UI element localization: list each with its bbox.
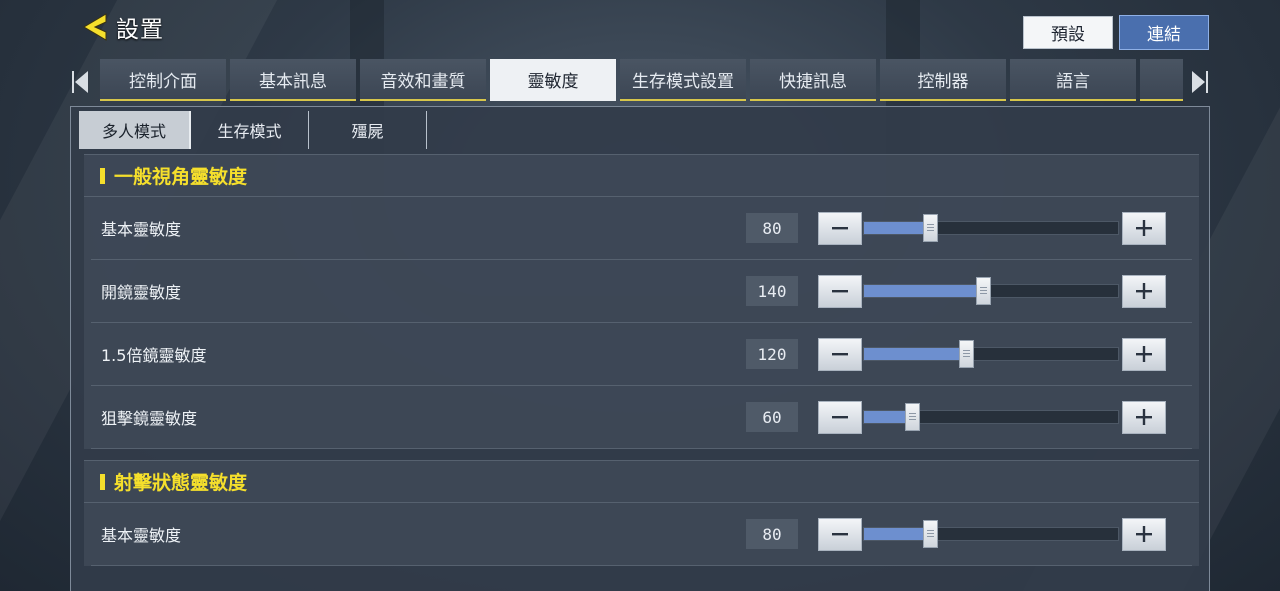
- section-header: 一般視角靈敏度: [84, 155, 1199, 197]
- sensitivity-slider[interactable]: [863, 277, 1119, 305]
- slider-handle[interactable]: [923, 520, 939, 548]
- setting-label: 基本靈敏度: [101, 526, 182, 545]
- triangle-left-icon[interactable]: [72, 69, 92, 95]
- decrease-button[interactable]: [818, 517, 862, 551]
- chevron-left-icon: [83, 13, 107, 41]
- tab-sensitivity[interactable]: 靈敏度: [490, 59, 616, 101]
- slider-handle[interactable]: [923, 214, 939, 242]
- section-camera-sensitivity: 一般視角靈敏度 基本靈敏度 80 開鏡靈敏度 140 1.5倍鏡靈敏度 120 …: [84, 154, 1199, 449]
- sensitivity-value[interactable]: 80: [746, 519, 798, 549]
- setting-label: 基本靈敏度: [101, 220, 182, 239]
- section-title: 一般視角靈敏度: [114, 166, 248, 188]
- setting-label: 開鏡靈敏度: [101, 283, 182, 302]
- slider-fill: [864, 528, 931, 540]
- increase-button[interactable]: [1122, 400, 1166, 434]
- page-title: 設置: [116, 17, 164, 43]
- tab-quick-chat[interactable]: 快捷訊息: [750, 59, 876, 101]
- tab-control-ui[interactable]: 控制介面: [100, 59, 226, 101]
- slider-fill: [864, 348, 966, 360]
- subtab-multiplayer[interactable]: 多人模式: [79, 111, 191, 149]
- sensitivity-row: 基本靈敏度 80: [91, 503, 1192, 566]
- section-marker: [100, 473, 105, 490]
- plus-icon: [1136, 526, 1152, 542]
- sensitivity-slider[interactable]: [863, 520, 1119, 548]
- increase-button[interactable]: [1122, 517, 1166, 551]
- slider-handle[interactable]: [958, 340, 974, 368]
- subtab-zombies[interactable]: 殭屍: [309, 111, 427, 149]
- sensitivity-row: 狙擊鏡靈敏度 60: [91, 386, 1192, 449]
- settings-panel: 多人模式 生存模式 殭屍 一般視角靈敏度 基本靈敏度 80 開鏡靈敏度 140: [70, 106, 1210, 591]
- minus-icon: [832, 353, 848, 356]
- increase-button[interactable]: [1122, 337, 1166, 371]
- plus-icon: [1136, 283, 1152, 299]
- sensitivity-slider[interactable]: [863, 403, 1119, 431]
- sensitivity-value[interactable]: 80: [746, 213, 798, 243]
- sensitivity-row: 基本靈敏度 80: [91, 197, 1192, 260]
- link-button[interactable]: 連結: [1119, 15, 1209, 50]
- mode-subtabs: 多人模式 生存模式 殭屍: [79, 111, 427, 151]
- subtab-survival[interactable]: 生存模式: [191, 111, 309, 149]
- minus-icon: [832, 227, 848, 230]
- slider-handle[interactable]: [905, 403, 921, 431]
- decrease-button[interactable]: [818, 400, 862, 434]
- tab-audio-graphics[interactable]: 音效和畫質: [360, 59, 486, 101]
- setting-label: 狙擊鏡靈敏度: [101, 409, 198, 428]
- section-title: 射擊狀態靈敏度: [114, 472, 248, 494]
- sensitivity-row: 開鏡靈敏度 140: [91, 260, 1192, 323]
- increase-button[interactable]: [1122, 211, 1166, 245]
- section-marker: [100, 167, 105, 184]
- tabs: 控制介面 基本訊息 音效和畫質 靈敏度 生存模式設置 快捷訊息 控制器 語言: [100, 59, 1183, 103]
- tab-more[interactable]: [1140, 59, 1183, 101]
- sensitivity-value[interactable]: 140: [746, 276, 798, 306]
- minus-icon: [832, 533, 848, 536]
- tab-basic-info[interactable]: 基本訊息: [230, 59, 356, 101]
- decrease-button[interactable]: [818, 337, 862, 371]
- sensitivity-value[interactable]: 120: [746, 339, 798, 369]
- plus-icon: [1136, 409, 1152, 425]
- back-button[interactable]: 設置: [80, 8, 170, 46]
- plus-icon: [1136, 220, 1152, 236]
- minus-icon: [832, 290, 848, 293]
- triangle-right-icon[interactable]: [1188, 69, 1208, 95]
- sensitivity-row: 1.5倍鏡靈敏度 120: [91, 323, 1192, 386]
- header: 設置 預設 連結: [0, 0, 1280, 56]
- section-firing-sensitivity: 射擊狀態靈敏度 基本靈敏度 80: [84, 460, 1199, 566]
- increase-button[interactable]: [1122, 274, 1166, 308]
- plus-icon: [1136, 346, 1152, 362]
- tab-controller[interactable]: 控制器: [880, 59, 1006, 101]
- section-header: 射擊狀態靈敏度: [84, 461, 1199, 503]
- tab-survival-settings[interactable]: 生存模式設置: [620, 59, 746, 101]
- sensitivity-value[interactable]: 60: [746, 402, 798, 432]
- setting-label: 1.5倍鏡靈敏度: [101, 346, 207, 365]
- decrease-button[interactable]: [818, 211, 862, 245]
- sensitivity-slider[interactable]: [863, 340, 1119, 368]
- slider-handle[interactable]: [976, 277, 992, 305]
- tab-language[interactable]: 語言: [1010, 59, 1136, 101]
- preset-button[interactable]: 預設: [1023, 16, 1113, 49]
- slider-fill: [864, 285, 984, 297]
- minus-icon: [832, 416, 848, 419]
- tab-bar: 控制介面 基本訊息 音效和畫質 靈敏度 生存模式設置 快捷訊息 控制器 語言: [70, 59, 1210, 103]
- decrease-button[interactable]: [818, 274, 862, 308]
- slider-fill: [864, 222, 931, 234]
- sensitivity-slider[interactable]: [863, 214, 1119, 242]
